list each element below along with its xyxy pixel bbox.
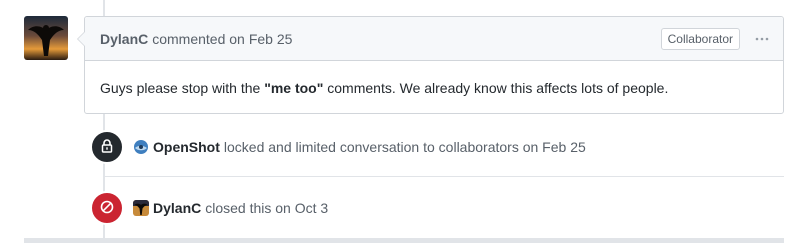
dylanc-avatar[interactable] (133, 200, 149, 216)
timeline-event-closed: DylanC closed this on Oct 3 (90, 191, 790, 225)
event-text: closed this on Oct 3 (205, 200, 329, 216)
closed-badge (90, 191, 124, 225)
comment-action: commented on (152, 30, 245, 47)
comment-body: Guys please stop with the "me too" comme… (85, 61, 783, 96)
event-actor[interactable]: OpenShot (153, 139, 220, 155)
openshot-avatar[interactable] (133, 139, 149, 155)
circle-slash-icon (99, 199, 115, 218)
event-actor[interactable]: DylanC (153, 200, 201, 216)
comment-text-emphasis: "me too" (264, 80, 324, 96)
comment-text-prefix: Guys please stop with the (100, 80, 265, 96)
event-text: locked and limited conversation to colla… (223, 139, 586, 155)
comment-author[interactable]: DylanC (100, 31, 148, 47)
lock-badge (90, 130, 124, 164)
avatar[interactable] (24, 16, 68, 60)
comment-timestamp[interactable]: Feb 25 (249, 31, 293, 47)
comment-header: DylanC commented on Feb 25 Collaborator (85, 17, 783, 61)
comment-box: DylanC commented on Feb 25 Collaborator … (77, 16, 784, 114)
collaborator-badge: Collaborator (660, 28, 740, 50)
timeline-event-locked: OpenShot locked and limited conversation… (90, 130, 790, 164)
lock-icon (100, 138, 114, 157)
timeline-divider (104, 176, 784, 177)
timeline-bottom-divider (24, 238, 784, 243)
issue-timeline: DylanC commented on Feb 25 Collaborator … (0, 0, 804, 249)
more-options-icon[interactable] (754, 31, 770, 47)
comment-text-suffix: comments. We already know this affects l… (323, 80, 669, 96)
